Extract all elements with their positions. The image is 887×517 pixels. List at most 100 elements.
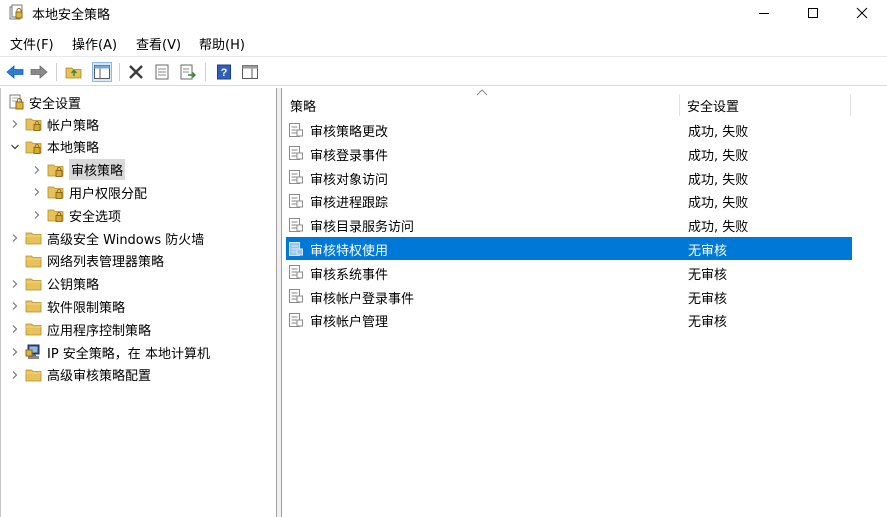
policy-row[interactable]: 审核帐户登录事件 无审核 bbox=[286, 285, 852, 308]
policy-security-setting: 无审核 bbox=[688, 267, 728, 283]
tree-item[interactable]: 高级安全 Windows 防火墙 bbox=[9, 227, 204, 249]
policy-security-setting: 成功, 失败 bbox=[688, 172, 749, 188]
tree-label: IP 安全策略，在 本地计算机 bbox=[47, 346, 210, 362]
chevron-right-icon[interactable] bbox=[31, 186, 43, 198]
tree-item[interactable]: 软件限制策略 bbox=[9, 295, 125, 317]
back-arrow-icon bbox=[6, 65, 24, 79]
policy-name: 审核系统事件 bbox=[310, 267, 389, 283]
tree-item[interactable]: 安全选项 bbox=[31, 204, 121, 226]
export-list-icon bbox=[180, 64, 196, 80]
folder-icon bbox=[25, 230, 43, 246]
policy-security-setting: 成功, 失败 bbox=[688, 196, 749, 212]
tree-item[interactable]: 用户权限分配 bbox=[31, 181, 147, 203]
policy-row[interactable]: 审核登录事件 成功, 失败 bbox=[286, 142, 852, 165]
tree-label: 高级安全 Windows 防火墙 bbox=[47, 232, 205, 248]
tree-label: 应用程序控制策略 bbox=[47, 323, 152, 339]
toolbar-separator bbox=[205, 63, 206, 81]
minimize-button[interactable] bbox=[741, 0, 787, 26]
policy-icon bbox=[288, 312, 304, 328]
action-pane-icon bbox=[242, 65, 258, 79]
policy-security-setting: 无审核 bbox=[688, 244, 728, 259]
title-bar: 本地安全策略 bbox=[0, 0, 887, 26]
tree-item[interactable]: 高级审核策略配置 bbox=[9, 364, 151, 386]
tree-item[interactable]: 审核策略 bbox=[31, 159, 126, 181]
chevron-right-icon[interactable] bbox=[9, 278, 21, 290]
policy-name: 审核特权使用 bbox=[310, 244, 389, 259]
folder-lock-icon bbox=[47, 184, 65, 200]
up-level-button[interactable] bbox=[64, 62, 84, 82]
policy-name: 审核对象访问 bbox=[310, 172, 389, 188]
policy-row[interactable]: 审核策略更改 成功, 失败 bbox=[286, 118, 852, 141]
chevron-right-icon[interactable] bbox=[9, 300, 21, 312]
help-button[interactable]: ? bbox=[214, 62, 234, 82]
column-divider[interactable] bbox=[679, 94, 680, 116]
folder-icon bbox=[25, 298, 43, 314]
menu-view[interactable]: 查看(V) bbox=[136, 34, 181, 53]
tree-label: 网络列表管理器策略 bbox=[47, 255, 165, 271]
chevron-right-icon[interactable] bbox=[9, 118, 21, 130]
tree-item[interactable]: 公钥策略 bbox=[9, 273, 99, 295]
chevron-right-icon[interactable] bbox=[9, 323, 21, 335]
show-hide-action-pane-button[interactable] bbox=[240, 62, 260, 82]
policy-security-setting: 成功, 失败 bbox=[688, 125, 749, 140]
chevron-down-icon[interactable] bbox=[9, 141, 21, 153]
column-header-security-setting[interactable]: 安全设置 bbox=[687, 96, 739, 115]
chevron-right-icon[interactable] bbox=[9, 232, 21, 244]
folder-lock-icon bbox=[25, 139, 43, 155]
policy-row[interactable]: 审核帐户管理 无审核 bbox=[286, 308, 852, 331]
tree-label: 本地策略 bbox=[47, 141, 100, 157]
delete-button[interactable] bbox=[126, 62, 146, 82]
console-tree-icon bbox=[94, 65, 110, 79]
sort-ascending-icon bbox=[476, 89, 488, 96]
policy-icon bbox=[288, 217, 304, 233]
maximize-button[interactable] bbox=[790, 0, 836, 26]
chevron-right-icon[interactable] bbox=[9, 346, 21, 358]
menu-file[interactable]: 文件(F) bbox=[10, 34, 54, 53]
policy-icon bbox=[288, 264, 304, 280]
chevron-right-icon[interactable] bbox=[31, 164, 43, 176]
local-security-policy-icon bbox=[9, 4, 23, 20]
delete-x-icon bbox=[129, 65, 143, 79]
tree-item[interactable]: IP 安全策略，在 本地计算机 bbox=[9, 341, 210, 363]
policy-icon bbox=[288, 193, 304, 209]
tree-item[interactable]: 本地策略 bbox=[9, 136, 99, 158]
svg-text:?: ? bbox=[221, 67, 228, 79]
close-button[interactable] bbox=[839, 0, 885, 26]
folder-icon bbox=[25, 253, 43, 269]
policy-row[interactable]: 审核进程跟踪 成功, 失败 bbox=[286, 189, 852, 212]
menu-action[interactable]: 操作(A) bbox=[72, 34, 117, 53]
column-header-policy[interactable]: 策略 bbox=[290, 96, 316, 115]
forward-button[interactable] bbox=[29, 62, 49, 82]
policy-name: 审核进程跟踪 bbox=[310, 196, 389, 212]
tree-expander-spacer bbox=[9, 255, 21, 267]
tree-label: 用户权限分配 bbox=[69, 186, 148, 202]
help-book-icon: ? bbox=[217, 64, 231, 80]
column-divider[interactable] bbox=[850, 94, 851, 116]
menu-help[interactable]: 帮助(H) bbox=[199, 34, 245, 53]
minimize-icon bbox=[759, 13, 769, 14]
forward-arrow-icon bbox=[30, 65, 48, 79]
tree-item[interactable]: 帐户策略 bbox=[9, 113, 99, 135]
tree-label: 公钥策略 bbox=[47, 278, 100, 294]
tree-item[interactable]: 应用程序控制策略 bbox=[9, 318, 151, 340]
policy-security-setting: 成功, 失败 bbox=[688, 148, 749, 164]
policy-row[interactable]: 审核系统事件 无审核 bbox=[286, 261, 852, 284]
console-tree-pane: 安全设置 帐户策略本地策略审核策略用户权限分配安全选项高级安全 Windows … bbox=[0, 88, 277, 517]
export-list-button[interactable] bbox=[178, 62, 198, 82]
chevron-right-icon[interactable] bbox=[9, 369, 21, 381]
policy-name: 审核目录服务访问 bbox=[310, 220, 415, 236]
policy-name: 审核帐户登录事件 bbox=[310, 291, 415, 307]
policy-name: 审核策略更改 bbox=[310, 125, 389, 140]
details-pane: 策略 安全设置 审核策略更改 成功, 失败 审核登录事件 成功, 失败 审核对象访问 成功… bbox=[281, 88, 887, 517]
policy-row[interactable]: 审核特权使用 无审核 bbox=[286, 237, 852, 260]
show-hide-console-tree-button[interactable] bbox=[92, 62, 112, 82]
folder-up-icon bbox=[65, 67, 82, 79]
properties-button[interactable] bbox=[152, 62, 172, 82]
back-button[interactable] bbox=[5, 62, 25, 82]
tree-root-security-settings[interactable]: 安全设置 bbox=[7, 91, 81, 113]
policy-row[interactable]: 审核目录服务访问 成功, 失败 bbox=[286, 213, 852, 236]
policy-name: 审核登录事件 bbox=[310, 148, 389, 164]
chevron-right-icon[interactable] bbox=[31, 209, 43, 221]
tree-item[interactable]: 网络列表管理器策略 bbox=[9, 250, 164, 272]
policy-row[interactable]: 审核对象访问 成功, 失败 bbox=[286, 166, 852, 189]
